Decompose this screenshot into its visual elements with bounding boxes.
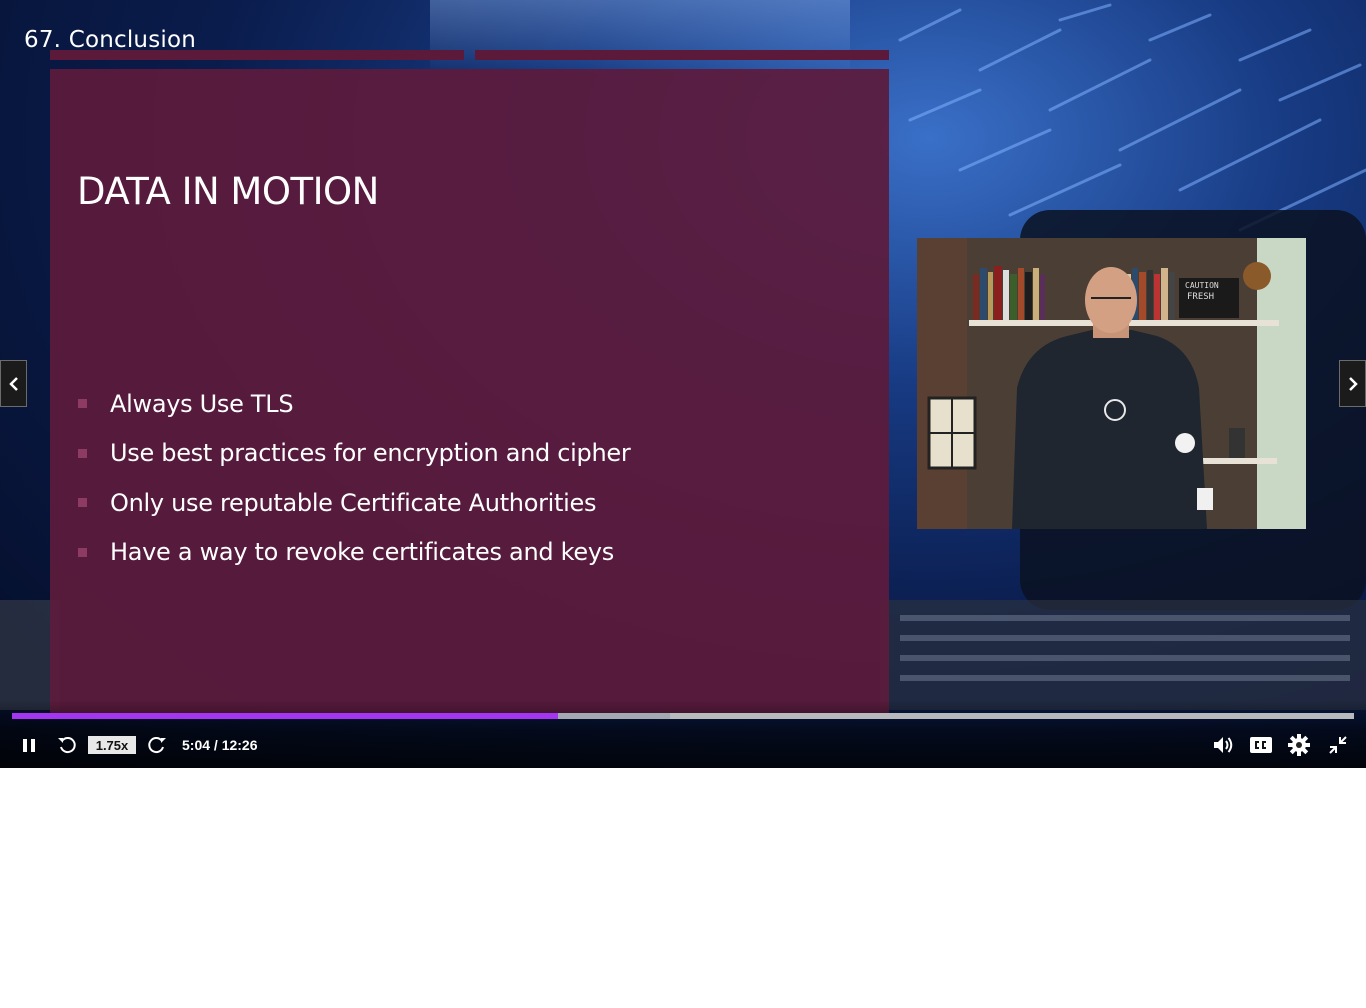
rewind-button[interactable] [55,733,79,757]
slide-bullet-text: Use best practices for encryption and ci… [110,439,631,468]
volume-button[interactable] [1210,733,1236,757]
time-display: 5:04 / 12:26 [182,737,258,753]
sign-text: FRESH [1187,292,1214,302]
playback-speed-button[interactable]: 1.75x [88,736,136,754]
video-player[interactable]: 67. Conclusion DATA IN MOTION Always Use… [0,0,1366,768]
previous-lecture-button[interactable] [0,360,27,407]
chevron-right-icon [1348,376,1358,391]
gear-icon [1288,734,1310,756]
slide-bullet-text: Only use reputable Certificate Authoriti… [110,488,597,517]
sign-text: CAUTION [1185,281,1219,290]
slide-bullet-text: Always Use TLS [110,389,294,418]
control-bar [0,700,1366,768]
closed-captions-icon [1250,737,1272,753]
slide-header-bars [50,50,889,64]
settings-button[interactable] [1287,733,1311,757]
progress-bar[interactable] [12,713,1354,719]
pause-icon [23,738,35,752]
exit-fullscreen-icon [1329,736,1347,754]
forward-button[interactable] [145,733,169,757]
bullet-square-icon [78,399,87,409]
slide-bullet: Always Use TLS [78,379,630,429]
slide-bullet-text: Have a way to revoke certificates and ke… [110,538,614,567]
progress-played [12,713,559,719]
slide-header-bar-left [50,50,464,60]
bullet-square-icon [78,498,87,508]
slide-bullet: Only use reputable Certificate Authoriti… [78,478,630,528]
chevron-left-icon [8,376,18,391]
rewind-5-icon [58,737,76,754]
captions-button[interactable] [1248,734,1274,756]
next-lecture-button[interactable] [1339,360,1366,407]
instructor-video-frame: CAUTION FRESH [917,238,1306,529]
slide-bullet: Have a way to revoke certificates and ke… [78,528,630,578]
forward-5-icon [148,737,166,754]
slide-bullet: Use best practices for encryption and ci… [78,429,631,479]
bullet-square-icon [78,448,87,458]
pause-button[interactable] [18,734,40,756]
instructor-webcam: CAUTION FRESH [917,238,1306,529]
volume-icon [1214,737,1233,753]
presentation-slide: DATA IN MOTION Always Use TLS Use best p… [50,69,889,715]
exit-fullscreen-button[interactable] [1326,733,1350,757]
slide-bullet-list: Always Use TLS Use best practices for en… [78,379,631,578]
bullet-square-icon [78,547,87,557]
slide-heading: DATA IN MOTION [77,170,379,213]
slide-header-bar-right [475,50,889,60]
